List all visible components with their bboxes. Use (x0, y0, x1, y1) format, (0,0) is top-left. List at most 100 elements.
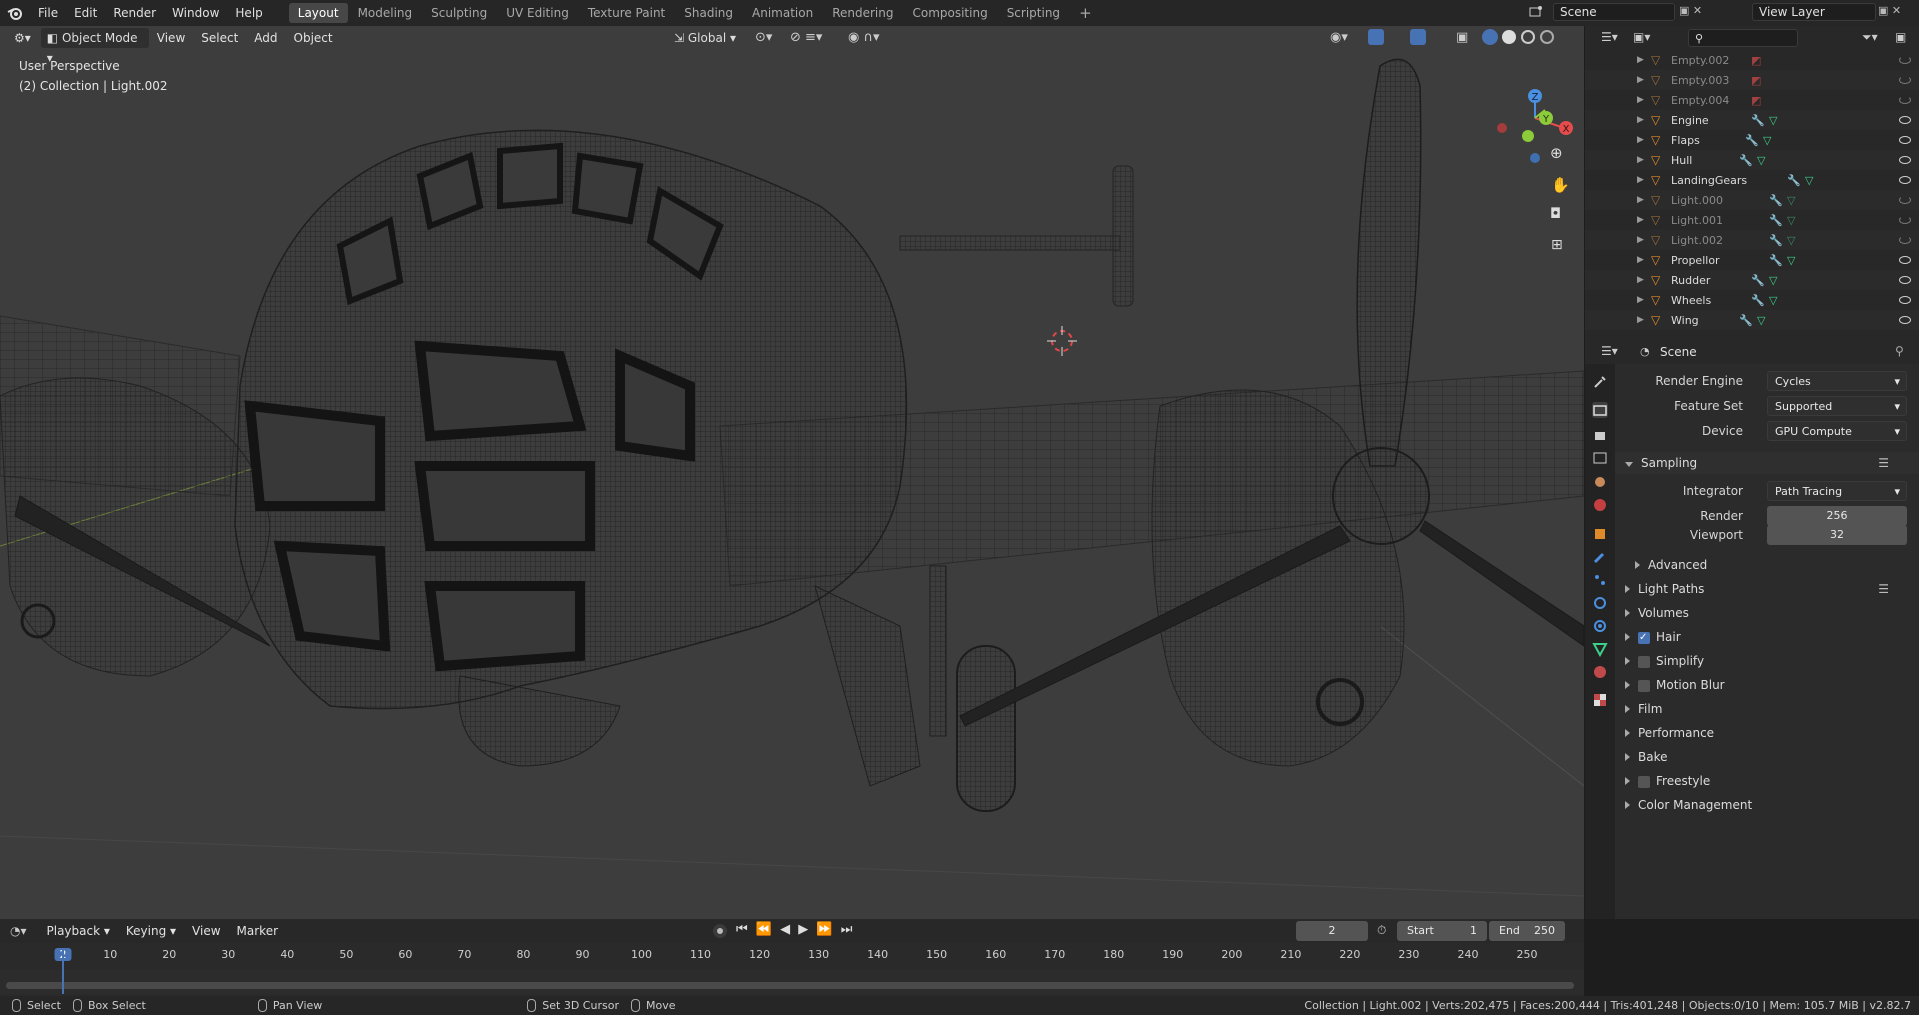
xray-icon[interactable]: ▣ (1456, 30, 1468, 45)
stopwatch-icon[interactable]: ⏱ (1377, 923, 1386, 938)
editor-type-icon[interactable]: ⚙▾ (8, 28, 37, 48)
panel-light-paths[interactable]: Light Paths ☰ (1615, 578, 1919, 600)
shading-rendered-icon[interactable] (1540, 30, 1554, 44)
outliner-item[interactable]: ▶ ▽ Light.000 🔧 ▽ (1585, 190, 1919, 210)
blender-logo-icon[interactable] (0, 0, 30, 26)
visibility-eye-icon[interactable] (1899, 216, 1911, 224)
menu-help[interactable]: Help (227, 0, 270, 26)
visibility-eye-icon[interactable] (1899, 156, 1911, 164)
outliner-item[interactable]: ▶ ▽ Empty.002 ◩ (1585, 50, 1919, 70)
panel-film[interactable]: Film (1615, 698, 1919, 720)
outliner-item[interactable]: ▶ ▽ Light.002 🔧 ▽ (1585, 230, 1919, 250)
outliner-item[interactable]: ▶ ▽ Wing 🔧 ▽ (1585, 310, 1919, 330)
viewport-samples-field[interactable]: 32 (1767, 525, 1907, 545)
visibility-eye-icon[interactable] (1899, 76, 1911, 84)
filter-icon[interactable]: ⏷▾ (1862, 30, 1878, 45)
menu-window[interactable]: Window (164, 0, 227, 26)
visibility-eye-icon[interactable] (1899, 296, 1911, 304)
panel-motion-blur[interactable]: Motion Blur (1615, 674, 1919, 696)
menu-file[interactable]: File (30, 0, 66, 26)
material-tab-icon[interactable] (1592, 664, 1608, 680)
timeline-menu-keying[interactable]: Keying ▾ (118, 924, 184, 938)
list-icon[interactable]: ☰ (1878, 578, 1889, 600)
snap-icon[interactable]: ⊘ ≡▾ (790, 30, 822, 45)
tab-texture-paint[interactable]: Texture Paint (579, 3, 674, 23)
tab-compositing[interactable]: Compositing (903, 3, 996, 23)
gizmo-toggle-icon[interactable] (1368, 29, 1384, 45)
render-engine-dropdown[interactable]: Cycles ▾ (1767, 371, 1907, 391)
overlay-toggle-icon[interactable] (1410, 29, 1426, 45)
visibility-eye-icon[interactable] (1899, 276, 1911, 284)
list-icon[interactable]: ☰ (1878, 452, 1889, 474)
tab-layout[interactable]: Layout (288, 3, 348, 23)
tool-tab-icon[interactable] (1592, 374, 1608, 390)
expand-triangle-icon[interactable]: ▶ (1637, 55, 1644, 65)
pan-hand-icon[interactable]: ✋ (1551, 176, 1570, 194)
timeline-menu-view[interactable]: View (184, 924, 228, 938)
physics-tab-icon[interactable] (1592, 595, 1608, 611)
playhead-line[interactable] (62, 949, 64, 994)
expand-triangle-icon[interactable]: ▶ (1637, 75, 1644, 85)
panel-enable-checkbox[interactable] (1638, 655, 1650, 668)
particles-tab-icon[interactable] (1592, 572, 1608, 588)
scene-icon[interactable] (1527, 3, 1545, 21)
tab-uv-editing[interactable]: UV Editing (497, 3, 578, 23)
start-frame-field[interactable]: Start 1 (1397, 921, 1487, 941)
outliner-search-input[interactable]: ⚲ (1688, 29, 1798, 47)
visibility-eye-icon[interactable] (1899, 316, 1911, 324)
view-layer-new-icon[interactable]: ▣ ✕ (1878, 4, 1901, 17)
world-tab-icon[interactable] (1592, 497, 1608, 513)
outliner-item[interactable]: ▶ ▽ Wheels 🔧 ▽ (1585, 290, 1919, 310)
shading-solid-icon[interactable] (1502, 30, 1516, 44)
panel-enable-checkbox[interactable] (1638, 679, 1650, 692)
expand-triangle-icon[interactable]: ▶ (1637, 135, 1644, 145)
scene-tab-icon[interactable] (1592, 474, 1608, 490)
outliner-item[interactable]: ▶ ▽ Flaps 🔧 ▽ (1585, 130, 1919, 150)
constraints-tab-icon[interactable] (1592, 618, 1608, 634)
outliner-item[interactable]: ▶ ▽ Empty.003 ◩ (1585, 70, 1919, 90)
scene-new-icon[interactable]: ▣ ✕ (1679, 4, 1702, 17)
new-collection-icon[interactable]: ▣ (1895, 30, 1906, 44)
frame-ruler[interactable]: 210 20 30 40 50 60 70 80 90 100 110 120 130 140 150 160… (0, 945, 1584, 967)
outliner-item[interactable]: ▶ ▽ Light.001 🔧 ▽ (1585, 210, 1919, 230)
integrator-dropdown[interactable]: Path Tracing ▾ (1767, 481, 1907, 501)
panel-enable-checkbox[interactable] (1638, 775, 1650, 788)
expand-triangle-icon[interactable]: ▶ (1637, 275, 1644, 285)
outliner-item[interactable]: ▶ ▽ Propellor 🔧 ▽ (1585, 250, 1919, 270)
view-layer-tab-icon[interactable] (1592, 450, 1608, 466)
outliner-editor-icon[interactable]: ☰▾ (1601, 30, 1618, 44)
object-tab-icon[interactable] (1592, 526, 1608, 542)
device-dropdown[interactable]: GPU Compute ▾ (1767, 421, 1907, 441)
timeline-menu-marker[interactable]: Marker (229, 924, 286, 938)
shading-material-icon[interactable] (1521, 30, 1535, 44)
pin-icon[interactable]: ⚲ (1895, 344, 1904, 358)
zoom-icon[interactable]: ⊕ (1550, 144, 1563, 162)
texture-tab-icon[interactable] (1592, 692, 1608, 708)
visibility-icon[interactable]: ◉▾ (1330, 30, 1348, 45)
transform-orientation-dropdown[interactable]: ⇲ Global ▾ (668, 28, 742, 48)
viewport-menu-object[interactable]: Object (286, 31, 341, 45)
expand-triangle-icon[interactable]: ▶ (1637, 195, 1644, 205)
visibility-eye-icon[interactable] (1899, 56, 1911, 64)
panel-performance[interactable]: Performance (1615, 722, 1919, 744)
expand-triangle-icon[interactable]: ▶ (1637, 95, 1644, 105)
visibility-eye-icon[interactable] (1899, 236, 1911, 244)
viewport-menu-view[interactable]: View (149, 31, 193, 45)
tab-rendering[interactable]: Rendering (823, 3, 902, 23)
outliner-item[interactable]: ▶ ▽ Rudder 🔧 ▽ (1585, 270, 1919, 290)
timeline-editor-icon[interactable]: ◔▾ (10, 924, 27, 938)
tab-scripting[interactable]: Scripting (998, 3, 1069, 23)
expand-triangle-icon[interactable]: ▶ (1637, 295, 1644, 305)
visibility-eye-icon[interactable] (1899, 196, 1911, 204)
tab-modeling[interactable]: Modeling (349, 3, 422, 23)
camera-icon[interactable]: ◘ (1550, 206, 1561, 222)
expand-triangle-icon[interactable]: ▶ (1637, 115, 1644, 125)
3d-viewport[interactable]: ⚙▾ ◧ Object Mode ▾ View Select Add Objec… (0, 26, 1584, 919)
data-tab-icon[interactable] (1592, 641, 1608, 658)
viewport-menu-add[interactable]: Add (246, 31, 285, 45)
expand-triangle-icon[interactable]: ▶ (1637, 255, 1644, 265)
panel-bake[interactable]: Bake (1615, 746, 1919, 768)
end-frame-field[interactable]: End 250 (1489, 921, 1565, 941)
output-tab-icon[interactable] (1592, 427, 1608, 443)
sampling-panel-header[interactable]: Sampling ☰ (1615, 452, 1919, 474)
